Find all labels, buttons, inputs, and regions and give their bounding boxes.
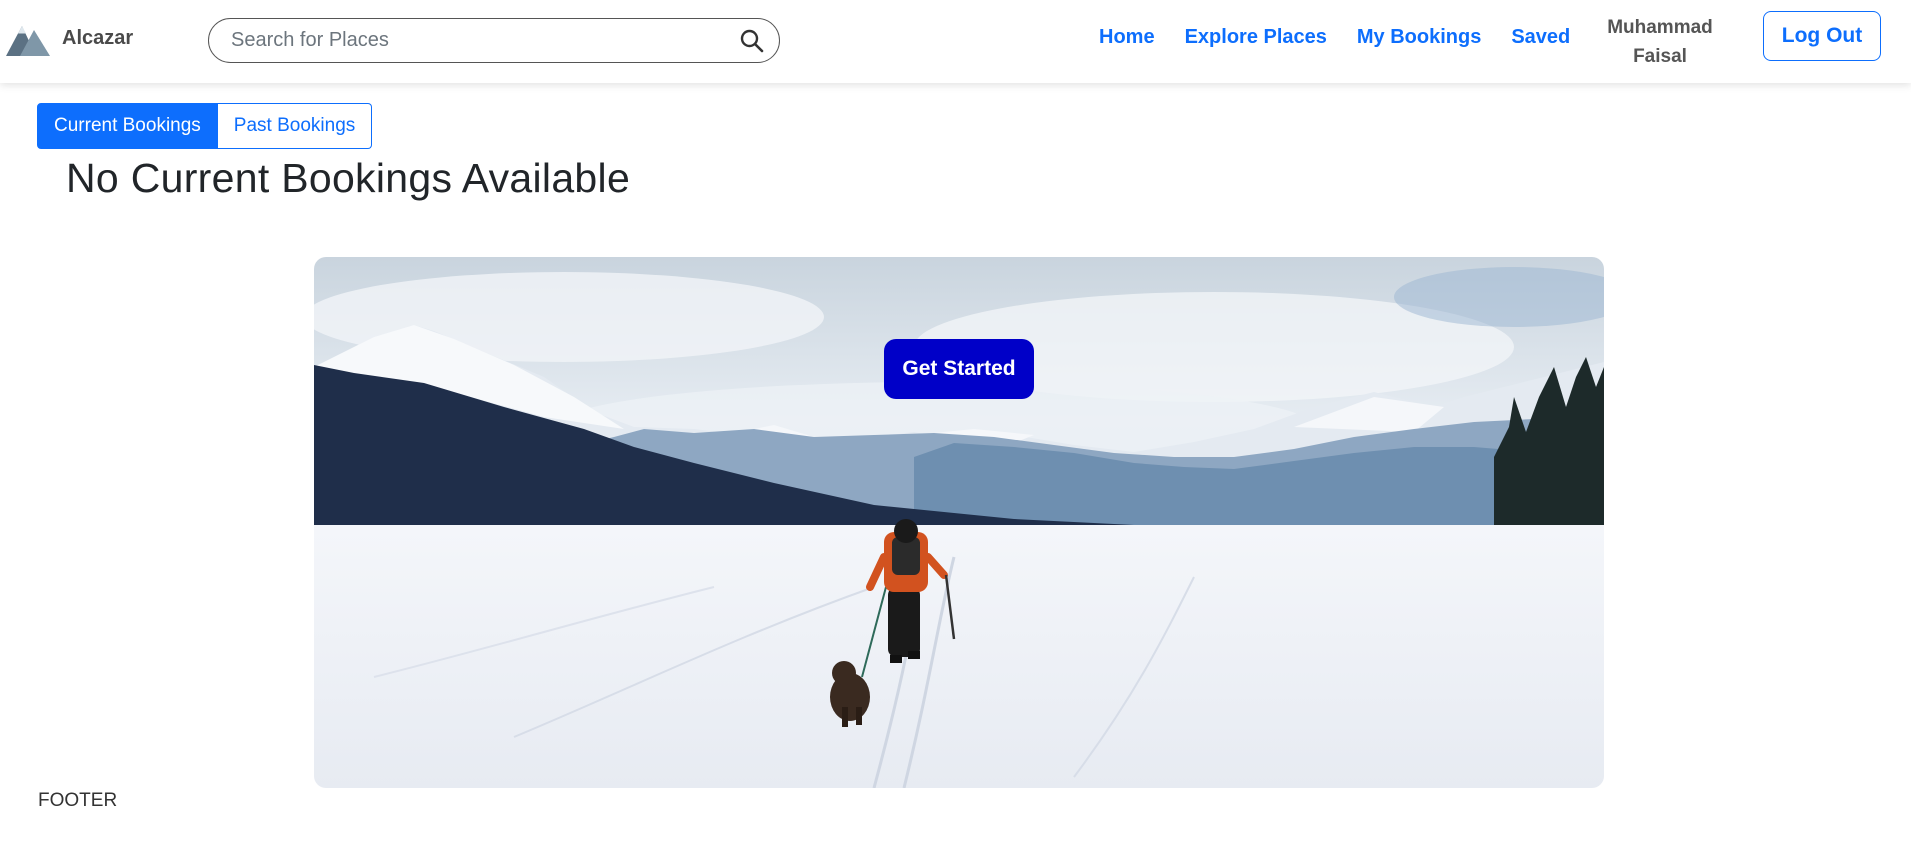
mountain-logo-icon bbox=[6, 26, 50, 56]
get-started-button[interactable]: Get Started bbox=[884, 339, 1034, 399]
user-name: Muhammad Faisal bbox=[1607, 17, 1713, 67]
brand-link[interactable]: Alcazar bbox=[6, 18, 133, 58]
tab-past-bookings[interactable]: Past Bookings bbox=[217, 103, 373, 149]
booking-tabs: Current Bookings Past Bookings bbox=[37, 103, 373, 149]
hero-image bbox=[314, 257, 1604, 788]
nav-link-saved[interactable]: Saved bbox=[1511, 26, 1570, 49]
logout-button[interactable]: Log Out bbox=[1763, 11, 1881, 61]
nav-link-explore-places[interactable]: Explore Places bbox=[1185, 26, 1327, 49]
brand-name: Alcazar bbox=[62, 26, 134, 49]
footer: FOOTER bbox=[38, 790, 118, 811]
navbar: Alcazar Home Explore Places My Bookings … bbox=[0, 0, 1911, 83]
search-bar bbox=[208, 18, 780, 63]
search-input[interactable] bbox=[231, 29, 739, 52]
search-icon[interactable] bbox=[739, 28, 765, 54]
nav-link-my-bookings[interactable]: My Bookings bbox=[1357, 26, 1481, 49]
hero-banner: Get Started bbox=[314, 257, 1604, 788]
tab-current-bookings[interactable]: Current Bookings bbox=[37, 103, 218, 149]
page-title: No Current Bookings Available bbox=[66, 155, 631, 201]
nav-link-home[interactable]: Home bbox=[1099, 26, 1155, 49]
nav-links: Home Explore Places My Bookings Saved bbox=[1099, 26, 1600, 49]
